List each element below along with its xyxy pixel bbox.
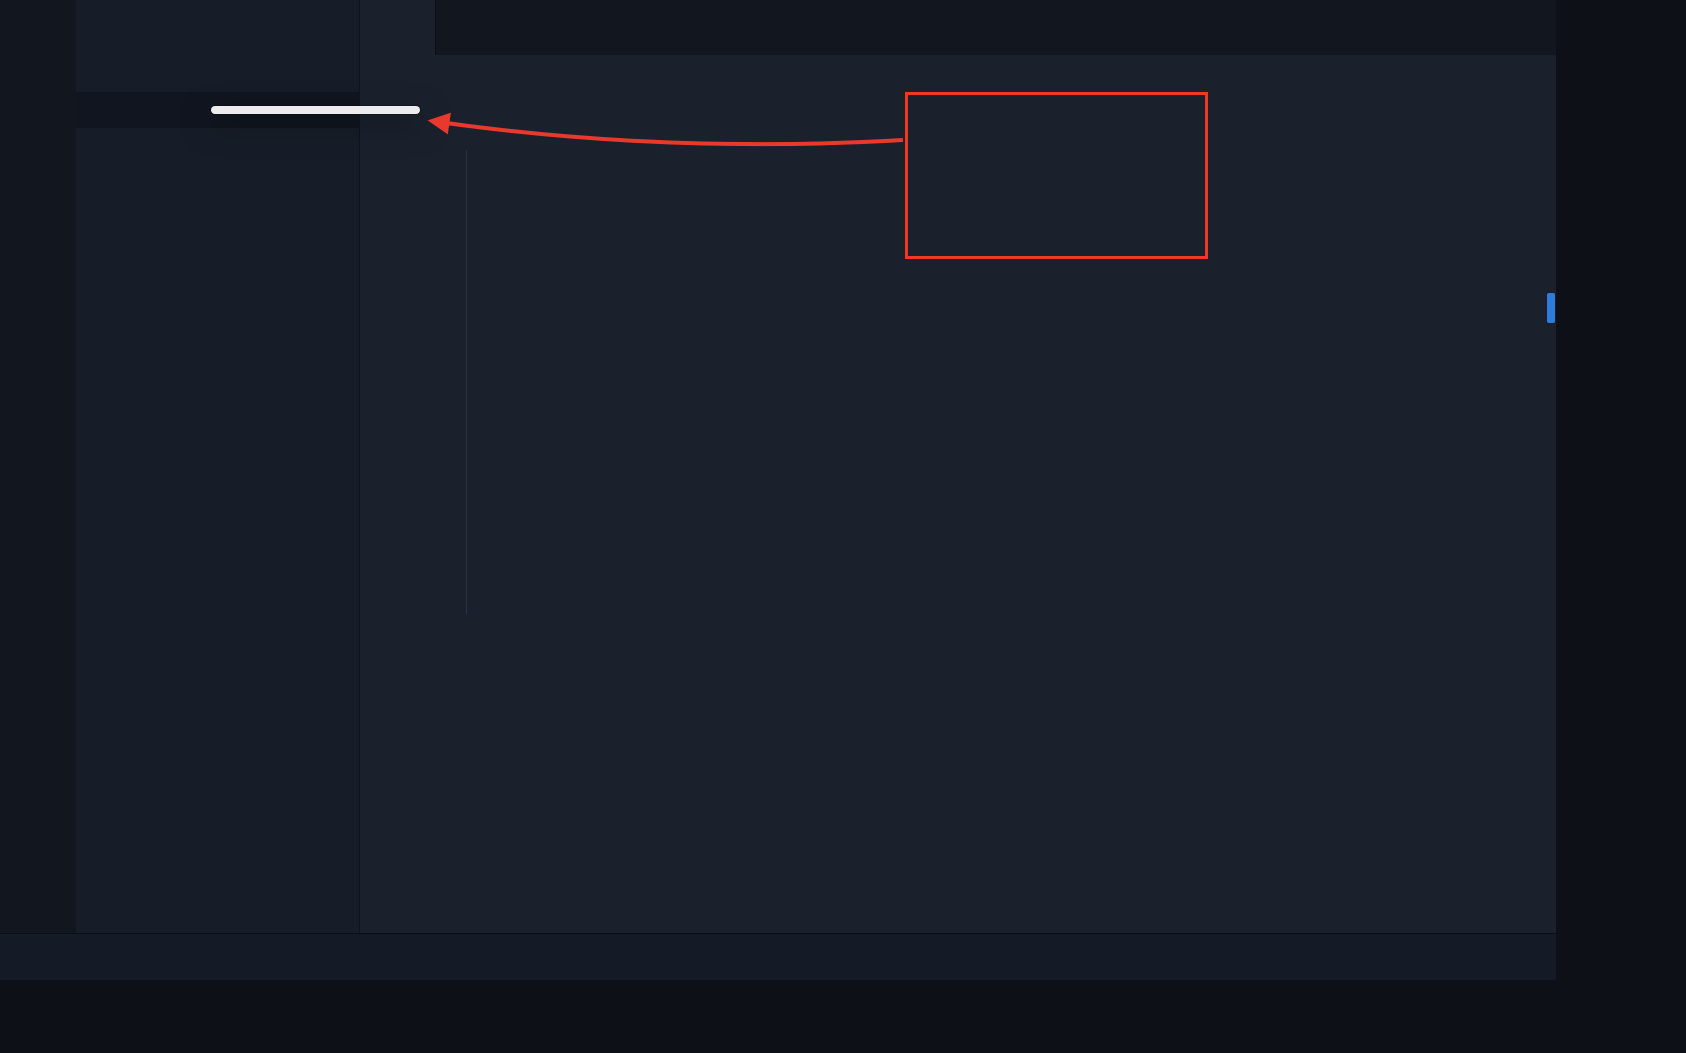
file-row-introduction-js[interactable] xyxy=(76,128,359,164)
close-icon[interactable] xyxy=(402,19,419,36)
tab-bar xyxy=(360,0,1556,55)
indent-guide xyxy=(466,150,467,614)
screen xyxy=(0,0,1686,1053)
explorer-sidebar xyxy=(76,0,360,933)
activity-bar xyxy=(0,0,76,933)
chevron-down-icon xyxy=(102,66,118,82)
annotation-note xyxy=(905,92,1208,259)
gutter xyxy=(360,92,462,933)
folder-icon xyxy=(126,64,145,83)
status-bar xyxy=(0,933,1556,980)
overview-ruler-marker xyxy=(1547,293,1555,323)
tab-index-html[interactable] xyxy=(360,0,436,55)
breadcrumbs xyxy=(360,55,1556,92)
more-actions-icon[interactable] xyxy=(1516,17,1538,39)
tab-actions xyxy=(1470,0,1556,55)
explorer-header xyxy=(76,0,359,55)
vscode-window xyxy=(0,0,1556,980)
main-row xyxy=(0,0,1556,933)
split-editor-icon[interactable] xyxy=(1470,17,1492,39)
context-menu xyxy=(211,106,420,114)
folder-row-30daysofjs[interactable] xyxy=(76,55,359,92)
